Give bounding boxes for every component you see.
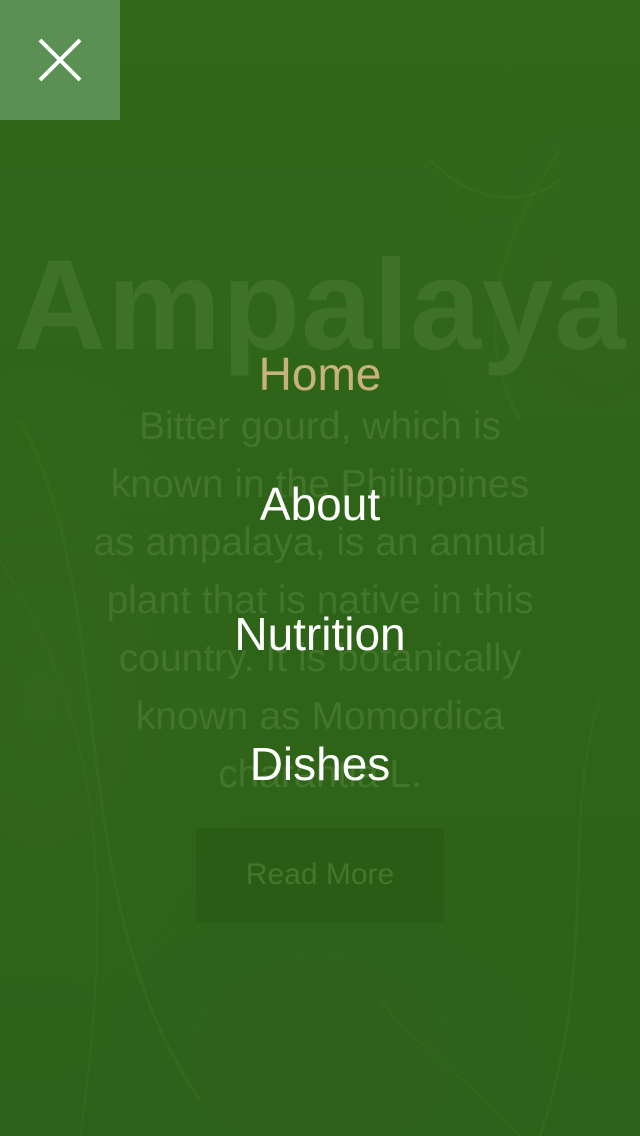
menu-item-dishes[interactable]: Dishes xyxy=(0,734,640,864)
menu-item-nutrition[interactable]: Nutrition xyxy=(0,604,640,734)
menu-item-about[interactable]: About xyxy=(0,474,640,604)
menu-item-home[interactable]: Home xyxy=(0,344,640,474)
close-icon xyxy=(38,38,82,82)
main-menu: Home About Nutrition Dishes xyxy=(0,344,640,864)
menu-overlay: Home About Nutrition Dishes xyxy=(0,0,640,1136)
close-menu-button[interactable] xyxy=(0,0,120,120)
